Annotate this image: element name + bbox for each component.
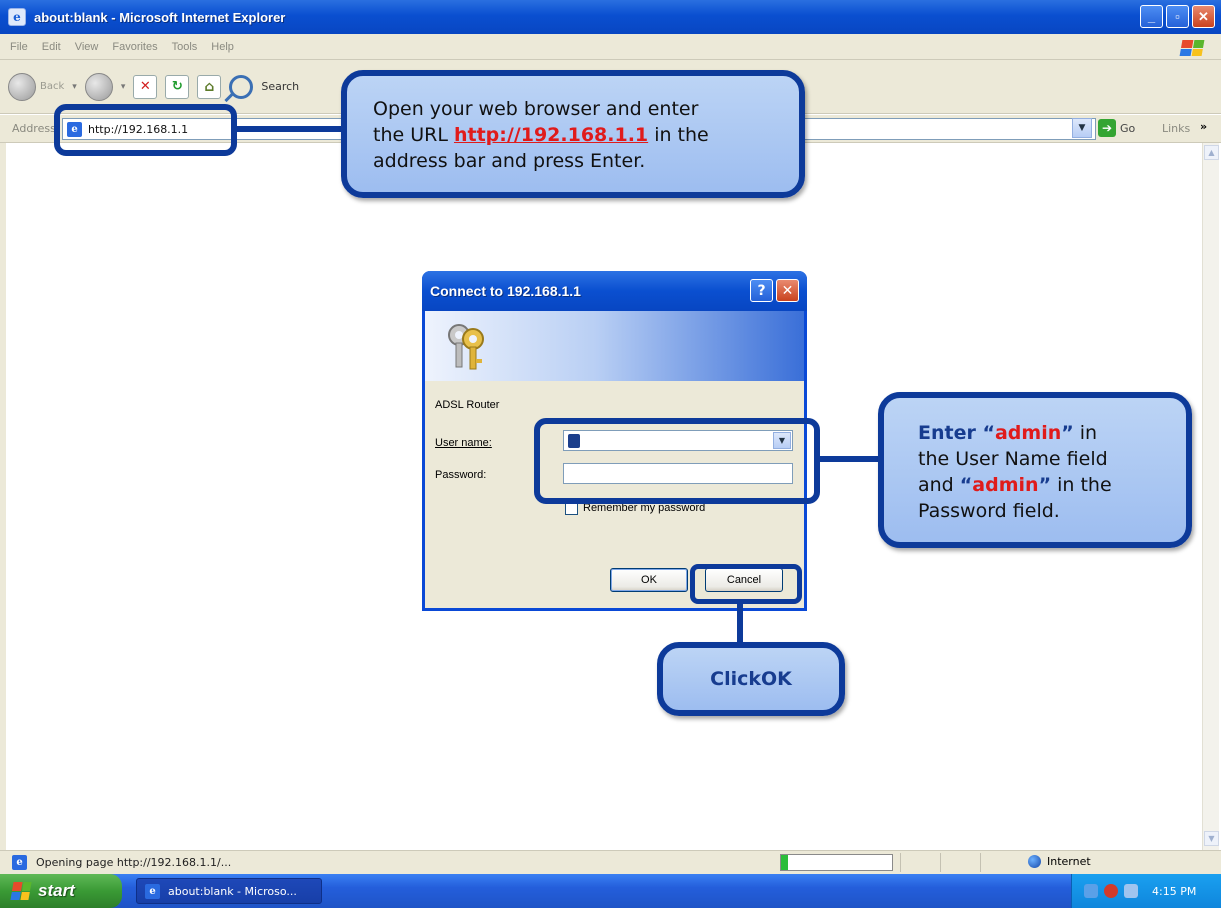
credentials-highlight-box <box>534 418 820 504</box>
credentials-callout-line4: Password field. <box>918 500 1060 522</box>
quote-close-2: ” <box>1038 474 1052 496</box>
ok-word: OK <box>761 668 792 690</box>
dialog-titlebar: Connect to 192.168.1.1 ? ✕ <box>422 271 807 311</box>
system-tray: 4:15 PM <box>1071 874 1221 908</box>
menu-view[interactable]: View <box>75 41 99 53</box>
menu-favorites[interactable]: Favorites <box>112 41 157 53</box>
username-label: User name: <box>435 437 492 449</box>
click-ok-callout: Click OK <box>657 642 845 716</box>
clock[interactable]: 4:15 PM <box>1152 885 1196 898</box>
credentials-callout-line3: and “admin” in the <box>918 472 1186 498</box>
minimize-button[interactable]: _ <box>1140 5 1163 28</box>
credentials-callout-line1: Enter “admin” in <box>918 420 1186 446</box>
go-label: Go <box>1120 121 1136 135</box>
network-tray-icon[interactable] <box>1084 884 1098 898</box>
in-word: in <box>1073 422 1098 444</box>
window-titlebar: e about:blank - Microsoft Internet Explo… <box>0 0 1221 34</box>
menu-tools[interactable]: Tools <box>172 41 198 53</box>
enter-word: Enter <box>918 422 983 444</box>
url-callout-link: http://192.168.1.1 <box>453 124 649 146</box>
forward-dropdown-icon[interactable]: ▾ <box>121 82 126 92</box>
quote-open-2: “ <box>959 474 973 496</box>
task-label: about:blank - Microso... <box>168 884 297 898</box>
url-callout-text: the URL <box>373 124 454 146</box>
taskbar: start e about:blank - Microso... 4:15 PM <box>0 874 1221 908</box>
scroll-down-icon[interactable]: ▼ <box>1204 831 1219 846</box>
security-tray-icon[interactable] <box>1104 884 1118 898</box>
quote-close-1: ” <box>1061 422 1074 444</box>
go-arrow-icon: ➔ <box>1098 119 1116 137</box>
menu-bar: File Edit View Favorites Tools Help <box>0 34 1221 60</box>
address-highlight-box <box>54 104 237 156</box>
forward-icon[interactable] <box>84 72 113 101</box>
home-icon[interactable]: ⌂ <box>197 74 222 99</box>
menu-edit[interactable]: Edit <box>42 41 61 53</box>
credentials-callout-line2: the User Name field <box>918 448 1108 470</box>
security-zone: Internet <box>1028 855 1091 868</box>
start-button[interactable]: start <box>0 874 122 908</box>
url-callout-line1: Open your web browser and enter <box>373 98 699 120</box>
dialog-realm: ADSL Router <box>435 399 500 411</box>
click-word: Click <box>710 668 761 690</box>
address-dropdown-icon[interactable]: ▼ <box>1072 118 1092 138</box>
dialog-title: Connect to 192.168.1.1 <box>430 283 581 299</box>
refresh-icon[interactable]: ↻ <box>165 74 190 99</box>
stop-icon[interactable]: ✕ <box>133 74 158 99</box>
dialog-banner <box>425 311 804 381</box>
address-callout-connector <box>236 126 344 132</box>
admin-password: admin <box>972 474 1039 496</box>
dialog-help-button[interactable]: ? <box>750 279 773 302</box>
window-controls: _ ▫ ✕ <box>1140 5 1215 28</box>
and-word: and <box>918 474 960 496</box>
links-label[interactable]: Links <box>1162 122 1190 135</box>
windows-flag-icon <box>1179 40 1205 56</box>
in-the-words: in the <box>1051 474 1112 496</box>
links-chevron-icon[interactable]: » <box>1200 120 1207 133</box>
scroll-up-icon[interactable]: ▲ <box>1204 145 1219 160</box>
url-callout-text-end: in the <box>648 124 709 146</box>
ie-icon: e <box>8 8 26 26</box>
globe-icon <box>1028 855 1041 868</box>
url-instruction-callout: Open your web browser and enter the URL … <box>341 70 805 198</box>
close-button[interactable]: ✕ <box>1192 5 1215 28</box>
task-ie-icon: e <box>145 883 160 899</box>
status-ie-icon: e <box>12 855 27 870</box>
volume-tray-icon[interactable] <box>1124 884 1138 898</box>
status-cells <box>900 853 1020 872</box>
maximize-button[interactable]: ▫ <box>1166 5 1189 28</box>
url-callout-line3: address bar and press Enter. <box>373 150 646 172</box>
taskbar-ie-window[interactable]: e about:blank - Microso... <box>136 878 322 904</box>
vertical-scrollbar[interactable]: ▲ ▼ <box>1202 143 1219 850</box>
credentials-callout-connector <box>818 456 882 462</box>
status-bar: e Opening page http://192.168.1.1/... In… <box>0 850 1221 874</box>
zone-label: Internet <box>1047 855 1091 868</box>
ok-callout-connector <box>737 602 743 646</box>
quote-open-1: “ <box>982 422 995 444</box>
menu-help[interactable]: Help <box>211 41 234 53</box>
search-icon[interactable] <box>229 74 254 99</box>
admin-username: admin <box>994 422 1062 444</box>
ok-button[interactable]: OK <box>610 568 688 592</box>
dialog-close-button[interactable]: ✕ <box>776 279 799 302</box>
password-label: Password: <box>435 469 487 481</box>
progress-fill <box>781 855 788 870</box>
back-label[interactable]: Back <box>40 81 64 92</box>
cancel-highlight-box <box>690 564 802 604</box>
windows-logo-icon <box>10 882 32 900</box>
url-callout-line2: the URL http://192.168.1.1 in the <box>373 122 799 148</box>
address-label: Address <box>12 122 56 135</box>
start-label: start <box>38 881 75 900</box>
go-button[interactable]: ➔ Go <box>1098 119 1135 137</box>
page-progress-bar <box>780 854 893 871</box>
keys-icon <box>448 324 484 370</box>
back-icon[interactable] <box>8 72 36 101</box>
window-title: about:blank - Microsoft Internet Explore… <box>34 9 286 25</box>
credentials-instruction-callout: Enter “admin” in the User Name field and… <box>878 392 1192 548</box>
search-label[interactable]: Search <box>261 80 299 93</box>
back-dropdown-icon[interactable]: ▾ <box>72 82 77 92</box>
menu-file[interactable]: File <box>10 41 28 53</box>
status-text: Opening page http://192.168.1.1/... <box>36 856 232 869</box>
